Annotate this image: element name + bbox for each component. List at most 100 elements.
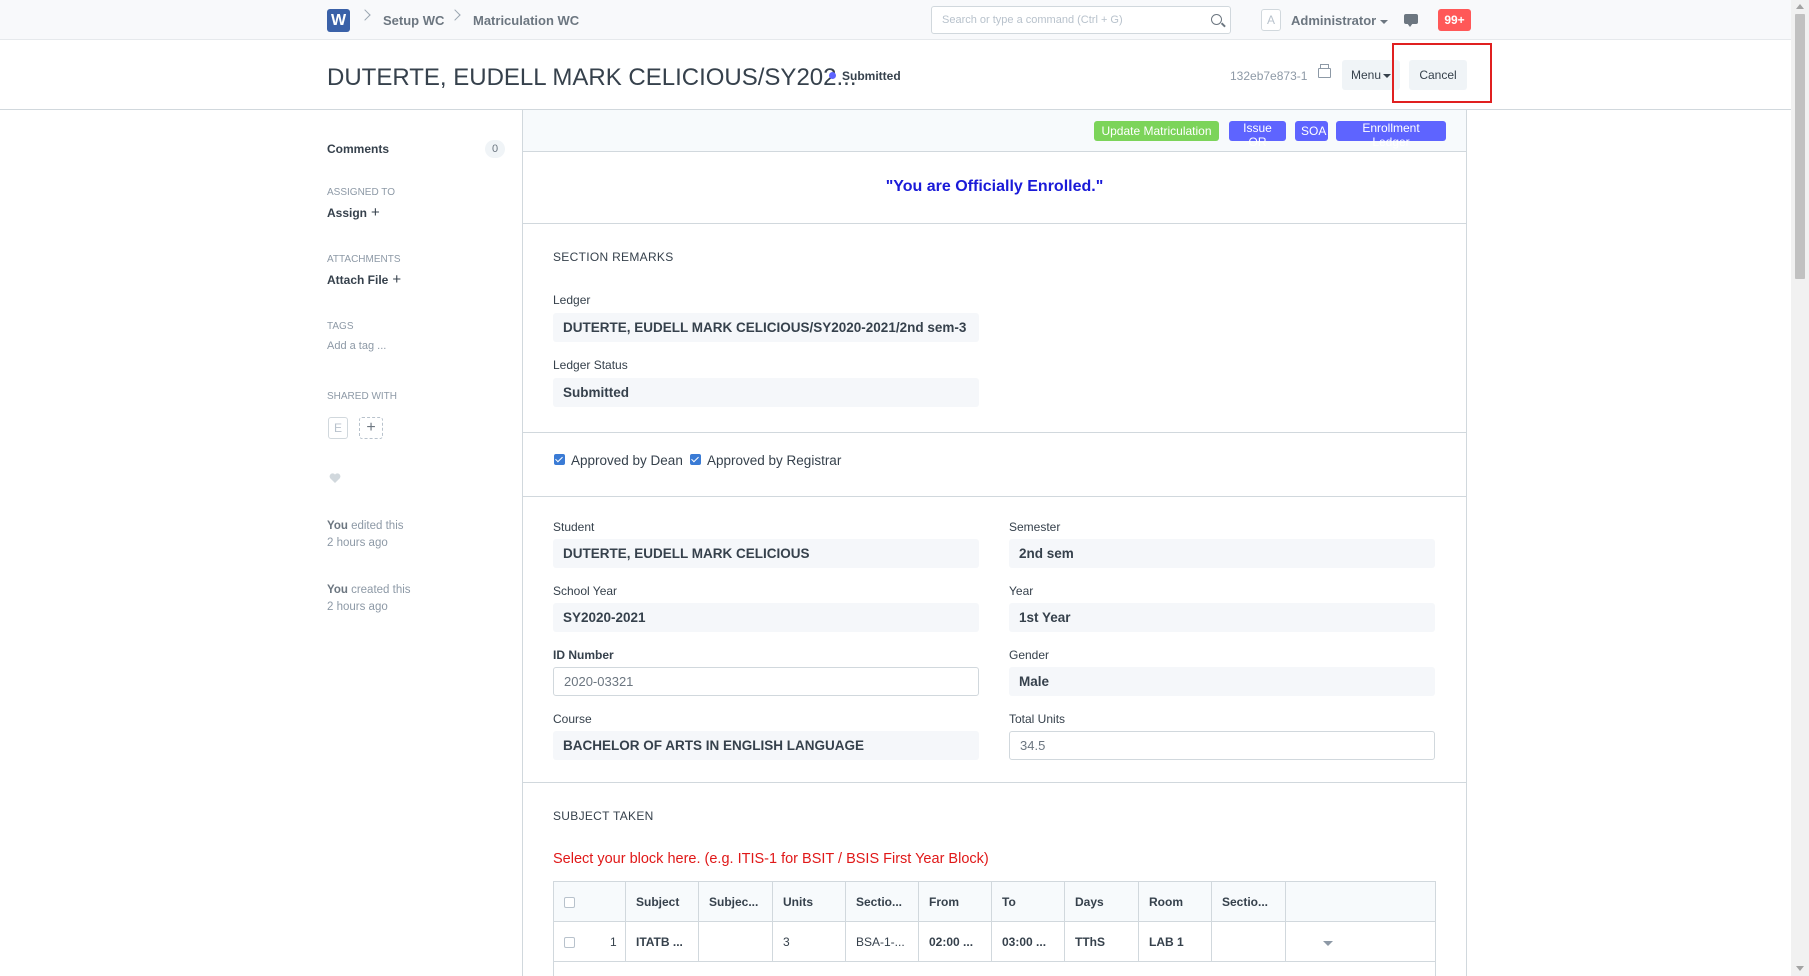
comments-link[interactable]: Comments — [327, 142, 389, 156]
semester-field[interactable]: 2nd sem — [1009, 539, 1435, 568]
cell-section-2[interactable] — [1212, 922, 1286, 962]
enrollment-ledger-button[interactable]: Enrollment Ledger — [1336, 121, 1446, 149]
page-title: DUTERTE, EUDELL MARK CELICIOUS/SY202... — [327, 64, 857, 91]
ledger-status-field: Submitted — [553, 378, 979, 407]
id-number-label: ID Number — [553, 648, 614, 662]
shared-with-label: SHARED WITH — [327, 391, 397, 402]
cell-subject[interactable]: ITATB ... — [626, 922, 699, 962]
top-navbar: W Setup WC Matriculation WC A Administra… — [0, 0, 1791, 40]
scroll-down-arrow-icon[interactable] — [1796, 966, 1804, 971]
app-logo[interactable]: W — [327, 9, 350, 32]
soa-button[interactable]: SOA — [1295, 121, 1328, 141]
page-scrollbar[interactable] — [1791, 0, 1809, 976]
approved-by-dean-label: Approved by Dean — [571, 453, 683, 468]
grid-header-section: Sectio... — [846, 882, 919, 922]
year-field[interactable]: 1st Year — [1009, 603, 1435, 632]
enrolled-message: "You are Officially Enrolled." — [885, 178, 1104, 195]
id-number-input[interactable]: 2020-03321 — [553, 667, 979, 696]
chevron-right-icon — [449, 9, 461, 21]
share-add-button[interactable]: + — [359, 417, 383, 439]
cell-days[interactable]: TThS — [1065, 922, 1139, 962]
grid-header-units: Units — [773, 882, 846, 922]
student-field[interactable]: DUTERTE, EUDELL MARK CELICIOUS — [553, 539, 979, 568]
activity-time: 2 hours ago — [327, 537, 388, 549]
school-year-label: School Year — [553, 584, 618, 598]
activity-who: You — [327, 584, 348, 596]
user-menu[interactable]: Administrator — [1291, 13, 1389, 28]
grid-select-all-cell — [554, 882, 626, 922]
row-index: 1 — [610, 935, 617, 949]
scroll-up-arrow-icon[interactable] — [1796, 4, 1804, 9]
total-units-label: Total Units — [1009, 712, 1066, 726]
subject-taken-heading: SUBJECT TAKEN — [553, 809, 654, 823]
chat-icon[interactable] — [1404, 14, 1418, 27]
attach-file-label: Attach File — [327, 273, 389, 287]
caret-down-icon — [1380, 19, 1389, 24]
cell-to[interactable]: 03:00 ... — [992, 922, 1065, 962]
form-body: Update Matriculation Issue OR SOA Enroll… — [522, 110, 1467, 976]
activity-time: 2 hours ago — [327, 601, 388, 613]
shared-user-avatar[interactable]: E — [328, 417, 348, 439]
approved-by-registrar-checkbox[interactable] — [690, 454, 701, 465]
row-checkbox[interactable] — [564, 937, 575, 948]
assign-link[interactable]: Assign + — [327, 204, 380, 221]
gender-field[interactable]: Male — [1009, 667, 1435, 696]
user-avatar[interactable]: A — [1261, 9, 1281, 31]
user-name: Administrator — [1291, 13, 1377, 28]
approved-by-dean-checkbox[interactable] — [554, 454, 565, 465]
subjects-grid: Subject Subjec... Units Sectio... From T… — [553, 881, 1436, 976]
school-year-field[interactable]: SY2020-2021 — [553, 603, 979, 632]
assigned-to-label: ASSIGNED TO — [327, 187, 395, 198]
search-icon[interactable] — [1211, 14, 1222, 25]
select-all-checkbox[interactable] — [564, 897, 575, 908]
section-divider — [523, 432, 1466, 433]
attachments-label: ATTACHMENTS — [327, 254, 401, 265]
grid-row-partial — [554, 962, 1435, 976]
cell-from[interactable]: 02:00 ... — [919, 922, 992, 962]
grid-header-to: To — [992, 882, 1065, 922]
plus-icon: + — [392, 271, 402, 288]
issue-or-button[interactable]: Issue OR — [1229, 121, 1286, 149]
grid-row[interactable]: 1 ITATB ... 3 BSA-1-... 02:00 ... 03:00 … — [554, 922, 1435, 962]
plus-icon: + — [371, 204, 380, 221]
activity-who: You — [327, 520, 348, 532]
search-input[interactable] — [932, 7, 1192, 33]
ledger-field[interactable]: DUTERTE, EUDELL MARK CELICIOUS/SY2020-20… — [553, 313, 979, 342]
cell-room[interactable]: LAB 1 — [1139, 922, 1212, 962]
cell-subject-desc[interactable] — [699, 922, 773, 962]
update-matriculation-button[interactable]: Update Matriculation — [1094, 121, 1219, 141]
approved-by-registrar-label: Approved by Registrar — [707, 453, 842, 468]
print-icon[interactable] — [1318, 64, 1331, 78]
heart-icon[interactable] — [329, 472, 341, 484]
semester-label: Semester — [1009, 520, 1061, 534]
total-units-input[interactable]: 34.5 — [1009, 731, 1435, 760]
tags-label: TAGS — [327, 321, 354, 332]
activity-action: created this — [351, 584, 411, 596]
activity-item: You created this 2 hours ago — [327, 582, 411, 616]
status-indicator: Submitted — [829, 69, 901, 83]
grid-row-index-cell: 1 — [554, 922, 626, 962]
scrollbar-thumb[interactable] — [1795, 14, 1805, 279]
assign-label: Assign — [327, 206, 368, 220]
section-divider — [523, 496, 1466, 497]
row-expand-caret-icon[interactable] — [1323, 941, 1333, 946]
caret-down-icon — [1383, 73, 1392, 78]
cell-units[interactable]: 3 — [773, 922, 846, 962]
attach-file-link[interactable]: Attach File + — [327, 271, 401, 288]
highlight-annotation — [1392, 43, 1492, 103]
page-head: DUTERTE, EUDELL MARK CELICIOUS/SY202... … — [0, 40, 1791, 110]
breadcrumb-setup-wc[interactable]: Setup WC — [383, 13, 444, 28]
ledger-status-label: Ledger Status — [553, 358, 628, 372]
grid-header-subject-desc: Subjec... — [699, 882, 773, 922]
cell-section[interactable]: BSA-1-... — [846, 922, 919, 962]
student-label: Student — [553, 520, 595, 534]
grid-header-row: Subject Subjec... Units Sectio... From T… — [554, 882, 1435, 922]
notifications-badge[interactable]: 99+ — [1438, 9, 1471, 31]
comments-count-badge: 0 — [485, 140, 505, 158]
breadcrumb-matriculation-wc[interactable]: Matriculation WC — [473, 13, 579, 28]
add-tag-link[interactable]: Add a tag ... — [327, 340, 386, 352]
activity-action: edited this — [351, 520, 404, 532]
document-id: 132eb7e873-1 — [1230, 69, 1308, 83]
grid-header-days: Days — [1065, 882, 1139, 922]
course-field[interactable]: BACHELOR OF ARTS IN ENGLISH LANGUAGE — [553, 731, 979, 760]
